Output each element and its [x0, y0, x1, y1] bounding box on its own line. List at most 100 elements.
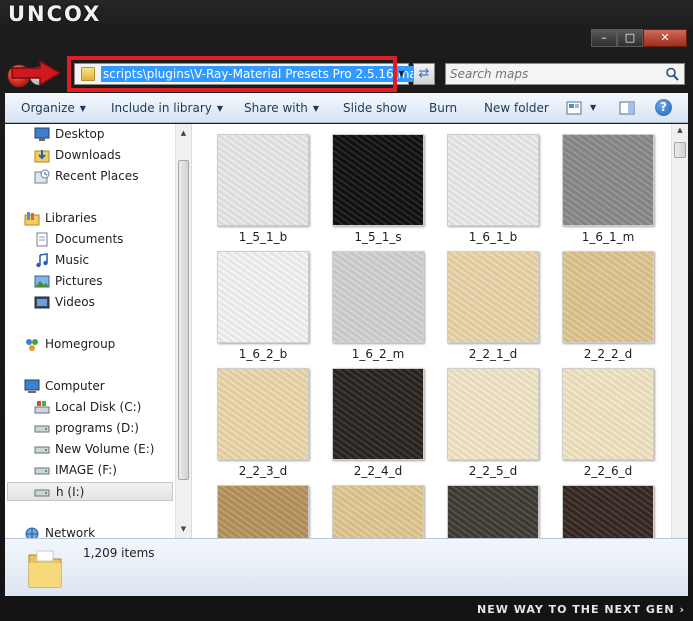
nav-label: Libraries: [45, 211, 97, 225]
texture-thumbnail[interactable]: [217, 251, 309, 343]
window-caption-buttons: – □ ✕: [591, 29, 687, 49]
nav-label: Network: [45, 526, 96, 538]
preview-pane-icon[interactable]: [619, 100, 635, 116]
change-view-icon[interactable]: [566, 101, 582, 115]
file-item[interactable]: 2_2_1_d: [427, 241, 543, 361]
videos-icon: [34, 296, 50, 309]
chevron-down-icon[interactable]: ▼: [590, 93, 596, 123]
file-item[interactable]: 2_2_6_d: [542, 358, 658, 478]
scroll-up-icon[interactable]: ▲: [176, 126, 191, 140]
file-item[interactable]: 2_2_5_d: [427, 358, 543, 478]
burn-button[interactable]: Burn: [429, 93, 457, 123]
texture-thumbnail[interactable]: [447, 134, 539, 226]
nav-label: Recent Places: [55, 169, 139, 183]
texture-thumbnail[interactable]: [447, 368, 539, 460]
texture-thumbnail[interactable]: [447, 251, 539, 343]
libraries-icon: [24, 212, 40, 226]
file-item[interactable]: 1_6_1_m: [542, 124, 658, 244]
file-item[interactable]: 2_2_4_d: [312, 358, 428, 478]
texture-thumbnail[interactable]: [217, 485, 309, 538]
window-frame: UNCOX – □ ✕ scripts\plugins\V-Ray-Materi…: [0, 0, 693, 621]
texture-thumbnail[interactable]: [562, 134, 654, 226]
organize-menu[interactable]: Organize ▼: [21, 93, 86, 123]
texture-thumbnail[interactable]: [332, 485, 424, 538]
file-item[interactable]: 2_2_3_d: [197, 358, 313, 478]
scroll-up-icon[interactable]: ▲: [672, 126, 688, 138]
scroll-down-icon[interactable]: ▼: [176, 522, 191, 536]
details-pane: 1,209 items: [5, 538, 688, 596]
file-item[interactable]: 1_5_1_s: [312, 124, 428, 244]
nav-label: h (I:): [56, 485, 85, 499]
nav-label: IMAGE (F:): [55, 463, 117, 477]
texture-thumbnail[interactable]: [217, 368, 309, 460]
nav-label: Music: [55, 253, 90, 267]
nav-label: Desktop: [55, 127, 105, 141]
texture-thumbnail[interactable]: [562, 251, 654, 343]
pictures-icon: [34, 275, 50, 288]
network-icon: [25, 527, 39, 538]
file-item[interactable]: 1_6_2_m: [312, 241, 428, 361]
documents-icon: [36, 232, 48, 247]
local-disk-icon: [34, 401, 50, 414]
texture-thumbnail[interactable]: [217, 134, 309, 226]
nav-label: New Volume (E:): [55, 442, 155, 456]
nav-label: Computer: [45, 379, 105, 393]
file-item[interactable]: [542, 475, 658, 538]
chevron-down-icon: ▼: [216, 104, 224, 113]
file-item[interactable]: 1_6_1_b: [427, 124, 543, 244]
texture-thumbnail[interactable]: [332, 134, 424, 226]
item-count: 1,209 items: [83, 546, 155, 560]
texture-thumbnail[interactable]: [447, 485, 539, 538]
nav-label: Videos: [55, 295, 95, 309]
file-item[interactable]: 2_2_2_d: [542, 241, 658, 361]
texture-thumbnail[interactable]: [332, 251, 424, 343]
music-icon: [36, 253, 48, 268]
nav-item-h-i[interactable]: h (I:): [7, 482, 173, 501]
nav-scrollbar[interactable]: ▲ ▼: [175, 124, 191, 538]
scroll-thumb[interactable]: [178, 160, 189, 480]
share-with-menu[interactable]: Share with ▼: [244, 93, 319, 123]
file-item[interactable]: [312, 475, 428, 538]
chevron-down-icon: ▼: [312, 104, 320, 113]
search-input[interactable]: [450, 66, 660, 82]
search-box[interactable]: [445, 63, 685, 85]
brand-logo: UNCOX: [8, 2, 102, 26]
desktop-icon: [34, 127, 50, 141]
nav-label: Pictures: [55, 274, 103, 288]
chevron-down-icon: ▼: [79, 104, 86, 113]
help-icon[interactable]: ?: [655, 99, 672, 116]
file-item[interactable]: 1_6_2_b: [197, 241, 313, 361]
include-in-library-label: Include in library: [111, 101, 212, 115]
nav-label: Downloads: [55, 148, 121, 162]
downloads-icon: [34, 150, 50, 163]
file-item[interactable]: [427, 475, 543, 538]
brand-tagline: NEW WAY TO THE NEXT GEN ›: [477, 603, 685, 616]
minimize-button[interactable]: –: [591, 29, 617, 47]
computer-icon: [24, 379, 40, 393]
file-grid-scrollbar[interactable]: ▲: [671, 124, 688, 538]
scroll-thumb[interactable]: [674, 142, 686, 158]
maximize-button[interactable]: □: [617, 29, 643, 47]
nav-label: programs (D:): [55, 421, 139, 435]
refresh-button[interactable]: ⇄: [413, 63, 435, 85]
close-button[interactable]: ✕: [643, 29, 687, 47]
share-with-label: Share with: [244, 101, 308, 115]
new-folder-button[interactable]: New folder: [484, 93, 549, 123]
address-highlight-box: [67, 56, 397, 92]
texture-thumbnail[interactable]: [332, 368, 424, 460]
texture-thumbnail[interactable]: [562, 368, 654, 460]
explorer-body: Desktop Downloads Recent Places Librarie…: [5, 124, 688, 538]
file-grid: 1_5_1_b 1_5_1_s 1_6_1_b 1_6_1_m 1_6_2_b 1_6_2…: [193, 124, 671, 538]
texture-thumbnail[interactable]: [562, 485, 654, 538]
file-item[interactable]: 1_5_1_b: [197, 124, 313, 244]
search-icon[interactable]: [664, 66, 680, 82]
drive-icon: [34, 489, 50, 497]
file-item[interactable]: [197, 475, 313, 538]
folder-icon: [28, 550, 62, 588]
include-in-library-menu[interactable]: Include in library ▼: [111, 93, 223, 123]
slide-show-button[interactable]: Slide show: [343, 93, 407, 123]
homegroup-icon: [26, 339, 38, 351]
command-toolbar: Organize ▼ Include in library ▼ Share with…: [5, 93, 688, 123]
red-arrow-annotation-icon: [11, 60, 62, 86]
nav-label: Homegroup: [45, 337, 116, 351]
